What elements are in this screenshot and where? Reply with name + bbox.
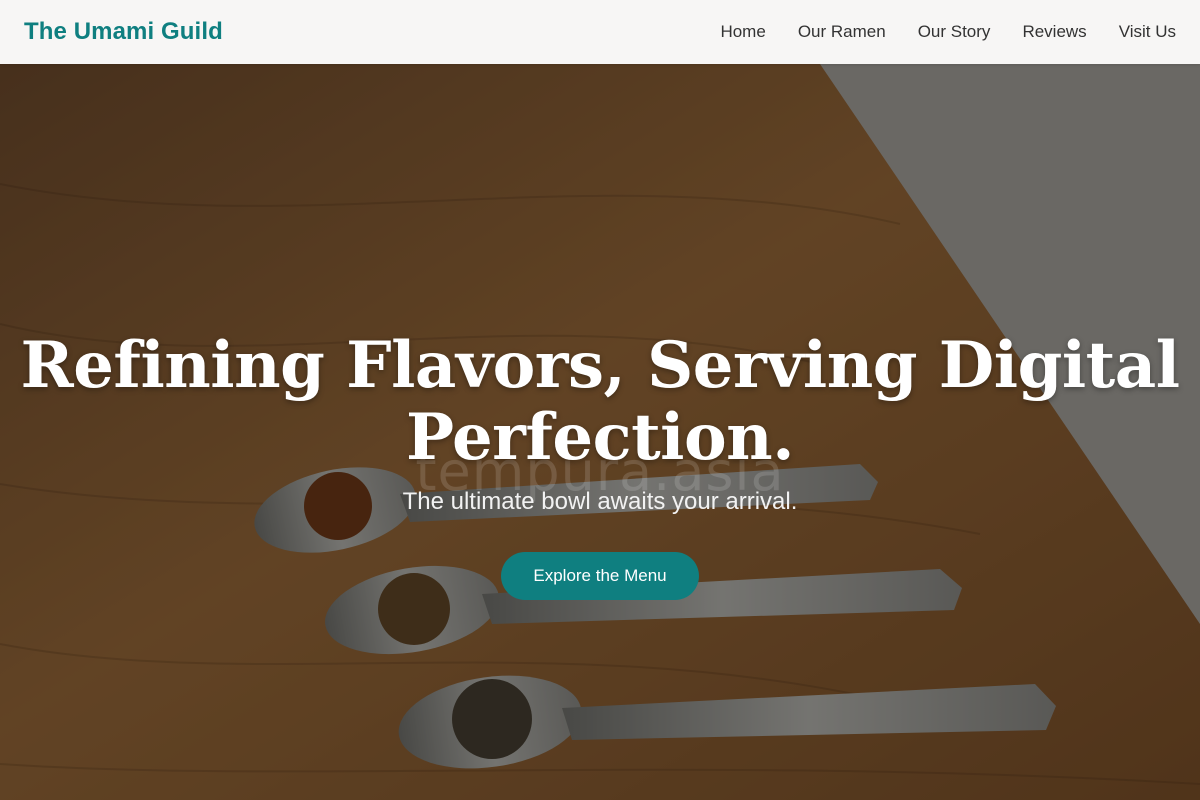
main-nav: Home Our Ramen Our Story Reviews Visit U… <box>720 22 1176 42</box>
hero-subheadline: The ultimate bowl awaits your arrival. <box>402 488 798 515</box>
hero-headline: Refining Flavors, Serving Digital Perfec… <box>0 330 1200 474</box>
hero-headline-line-1: Refining Flavors, Serving Digital <box>20 328 1181 403</box>
nav-link-home[interactable]: Home <box>720 22 765 42</box>
hero-section: tempura.asia Refining Flavors, Serving D… <box>0 64 1200 800</box>
hero-headline-line-2: Perfection. <box>406 400 794 475</box>
site-header: The Umami Guild Home Our Ramen Our Story… <box>0 0 1200 64</box>
nav-link-our-story[interactable]: Our Story <box>918 22 991 42</box>
nav-link-visit-us[interactable]: Visit Us <box>1119 22 1176 42</box>
nav-link-reviews[interactable]: Reviews <box>1022 22 1086 42</box>
brand-logo[interactable]: The Umami Guild <box>24 18 223 46</box>
explore-menu-button[interactable]: Explore the Menu <box>501 552 699 600</box>
hero-content: Refining Flavors, Serving Digital Perfec… <box>0 330 1200 600</box>
nav-link-our-ramen[interactable]: Our Ramen <box>798 22 886 42</box>
